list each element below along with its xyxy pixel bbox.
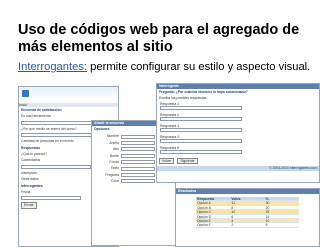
screenshot-panel-form: Interrogante Pregunta: ¿Por cuántos técn…	[156, 83, 320, 183]
prop-label: Color	[110, 179, 119, 184]
next-button[interactable]: Siguiente	[177, 157, 198, 165]
table-cell: Opción D	[197, 214, 212, 219]
prop-label: Fondo	[109, 160, 119, 165]
text-field[interactable]	[21, 164, 91, 169]
table-cell: 12	[231, 201, 236, 206]
table-cell: 20	[265, 205, 270, 210]
prop-input[interactable]	[121, 141, 155, 146]
table-cell: Opción E	[197, 218, 211, 223]
answer-input[interactable]	[160, 105, 242, 110]
text-field[interactable]	[21, 196, 81, 201]
prop-input[interactable]	[121, 134, 155, 139]
nav-item[interactable]: Inicio	[19, 103, 27, 107]
table-cell: Opción C	[197, 210, 212, 215]
prop-label: Nombre	[106, 134, 119, 139]
table-cell: 4	[231, 218, 234, 223]
table-cell: Opción A	[197, 201, 211, 206]
column-header: Respuesta	[197, 197, 215, 201]
table-cell: 10	[265, 218, 270, 223]
table-cell: 15	[265, 214, 270, 219]
table-cell: 25	[265, 210, 270, 215]
prop-input[interactable]	[121, 166, 155, 171]
screenshot-panel-table: Resultados Respuesta Votos % Opción A 12 3…	[175, 188, 320, 247]
table-cell: 10	[231, 210, 236, 215]
table-cell: 30	[265, 201, 270, 206]
answer-input[interactable]	[160, 149, 242, 154]
answer-input[interactable]	[160, 127, 242, 132]
prop-label: Borde	[109, 153, 119, 158]
prop-label: Pregunta	[105, 172, 119, 177]
prop-input[interactable]	[121, 147, 155, 152]
column-header: Votos	[231, 197, 241, 201]
table-cell: Opción B	[197, 205, 211, 210]
prop-label: Texto	[110, 166, 119, 171]
table-cell: 8	[231, 205, 234, 210]
back-button[interactable]: Volver	[159, 157, 175, 165]
logo-icon	[22, 90, 29, 97]
panel-form-footer: © 2004-2010 Interrogantes.com	[157, 166, 319, 172]
prop-input[interactable]	[121, 179, 155, 184]
answer-input[interactable]	[160, 116, 242, 121]
answer-input[interactable]	[160, 138, 242, 143]
slide-subtitle: Interrogantes: permite configurar su est…	[18, 60, 318, 74]
table-cell: 2	[231, 223, 234, 228]
table-cell: 5	[265, 223, 268, 228]
site-logo	[19, 87, 118, 101]
column-header: %	[265, 197, 269, 201]
table-cell: 6	[231, 214, 234, 219]
prop-label: Ancho	[109, 140, 119, 145]
prop-input[interactable]	[121, 153, 155, 158]
table-row: Opción F 2 5	[196, 223, 299, 228]
submit-button[interactable]: Enviar	[21, 202, 37, 209]
subtitle-highlight: Interrogantes:	[18, 61, 88, 73]
table-cell: Opción F	[197, 223, 211, 228]
prop-input[interactable]	[121, 160, 155, 165]
slide-title: Uso de códigos web para el agregado de m…	[18, 22, 300, 55]
prop-input[interactable]	[121, 173, 155, 178]
prop-label: Alto	[113, 147, 119, 152]
subtitle-rest: permite configurar su estilo y aspecto v…	[87, 61, 311, 73]
